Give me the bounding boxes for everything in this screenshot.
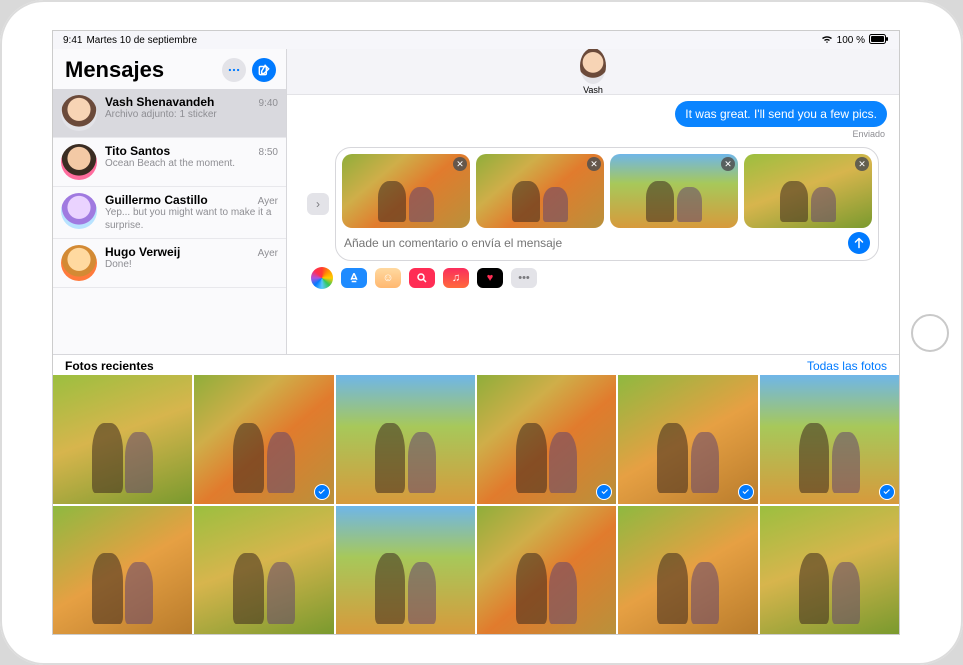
conversation-name: Vash Shenavandeh — [105, 95, 214, 109]
staged-photo[interactable]: ✕ — [610, 154, 738, 228]
photo-thumbnail[interactable] — [477, 506, 616, 635]
photos-drawer: Fotos recientes Todas las fotos — [53, 355, 899, 634]
conversation-preview: Done! — [105, 259, 278, 272]
remove-attachment-icon[interactable]: ✕ — [855, 157, 869, 171]
main-row: Mensajes Vash Shenavandeh 9:40Archivo adj… — [53, 49, 899, 355]
photo-thumbnail[interactable] — [53, 375, 192, 504]
photo-thumbnail[interactable] — [336, 375, 475, 504]
sent-bubble[interactable]: It was great. I'll send you a few pics. — [675, 101, 887, 127]
conversation-body: Hugo Verweij AyerDone! — [105, 245, 278, 281]
status-date: Martes 10 de septiembre — [86, 35, 197, 46]
wifi-icon — [821, 34, 833, 47]
staged-photo[interactable]: ✕ — [342, 154, 470, 228]
contact-avatar[interactable] — [580, 49, 606, 84]
conversation-time: Ayer — [258, 248, 278, 259]
conversation-item[interactable]: Vash Shenavandeh 9:40Archivo adjunto: 1 s… — [53, 89, 286, 138]
status-time: 9:41 — [63, 35, 82, 46]
chat-header[interactable]: Vash — [287, 49, 899, 95]
ipad-frame: 9:41 Martes 10 de septiembre 100 % Mensa… — [0, 0, 963, 665]
conversation-name: Hugo Verweij — [105, 245, 180, 259]
battery-pct: 100 % — [837, 35, 865, 46]
conversation-avatar — [61, 245, 97, 281]
photo-thumbnail[interactable] — [618, 506, 757, 635]
conversation-item[interactable]: Hugo Verweij AyerDone! — [53, 239, 286, 288]
photo-thumbnail[interactable] — [760, 506, 899, 635]
conversation-avatar — [61, 193, 97, 229]
photo-thumbnail[interactable] — [194, 375, 333, 504]
conversation-name: Guillermo Castillo — [105, 193, 208, 207]
sidebar-header: Mensajes — [53, 49, 286, 89]
app-digitaltouch-icon[interactable]: ♥ — [477, 268, 503, 288]
conversation-preview: Ocean Beach at the moment. — [105, 158, 278, 171]
staged-attachments: ✕ ✕ ✕ ✕ — [342, 154, 872, 228]
conversation-item[interactable]: Guillermo Castillo AyerYep... but you mig… — [53, 187, 286, 239]
selected-check-icon — [596, 484, 612, 500]
selected-check-icon — [879, 484, 895, 500]
battery-icon — [869, 34, 889, 47]
app-music-icon[interactable]: ♫ — [443, 268, 469, 288]
conversation-avatar — [61, 95, 97, 131]
all-photos-link[interactable]: Todas las fotos — [807, 359, 887, 373]
conversation-time: 9:40 — [259, 98, 278, 109]
input-row — [342, 232, 872, 254]
conversation-item[interactable]: Tito Santos 8:50Ocean Beach at the moment… — [53, 138, 286, 187]
staged-photo[interactable]: ✕ — [476, 154, 604, 228]
app-store-icon[interactable] — [341, 268, 367, 288]
status-bar: 9:41 Martes 10 de septiembre 100 % — [53, 31, 899, 49]
staged-photo[interactable]: ✕ — [744, 154, 872, 228]
conversation-list[interactable]: Vash Shenavandeh 9:40Archivo adjunto: 1 s… — [53, 89, 286, 354]
app-more-icon[interactable]: ••• — [511, 268, 537, 288]
message-row: It was great. I'll send you a few pics. — [299, 101, 887, 127]
more-button[interactable] — [222, 58, 246, 82]
app-images-icon[interactable] — [409, 268, 435, 288]
drawer-header: Fotos recientes Todas las fotos — [53, 355, 899, 375]
photo-thumbnail[interactable] — [477, 375, 616, 504]
selected-check-icon — [738, 484, 754, 500]
chat-pane: Vash It was great. I'll send you a few p… — [287, 49, 899, 354]
photo-thumbnail[interactable] — [53, 506, 192, 635]
compose-area: › ✕ ✕ ✕ ✕ — [299, 143, 887, 261]
selected-check-icon — [314, 484, 330, 500]
compose-button[interactable] — [252, 58, 276, 82]
conversation-body: Tito Santos 8:50Ocean Beach at the moment… — [105, 144, 278, 180]
remove-attachment-icon[interactable]: ✕ — [721, 157, 735, 171]
app-strip: ☺ ♫ ♥ ••• — [299, 261, 887, 295]
remove-attachment-icon[interactable]: ✕ — [453, 157, 467, 171]
app-memoji-icon[interactable]: ☺ — [375, 268, 401, 288]
message-input[interactable] — [344, 236, 842, 250]
conversation-preview: Yep... but you might want to make it a s… — [105, 207, 278, 232]
expand-apps-button[interactable]: › — [307, 193, 329, 215]
screen: 9:41 Martes 10 de septiembre 100 % Mensa… — [52, 30, 900, 635]
photo-thumbnail[interactable] — [760, 375, 899, 504]
send-button[interactable] — [848, 232, 870, 254]
photo-thumbnail[interactable] — [336, 506, 475, 635]
chat-body: It was great. I'll send you a few pics. … — [287, 95, 899, 354]
conversation-preview: Archivo adjunto: 1 sticker — [105, 109, 278, 122]
drawer-title: Fotos recientes — [65, 359, 154, 373]
delivery-status: Enviado — [299, 129, 885, 139]
contact-name: Vash — [583, 85, 603, 95]
conversation-time: Ayer — [258, 196, 278, 207]
remove-attachment-icon[interactable]: ✕ — [587, 157, 601, 171]
conversation-time: 8:50 — [259, 147, 278, 158]
conversation-body: Vash Shenavandeh 9:40Archivo adjunto: 1 s… — [105, 95, 278, 131]
sidebar-title: Mensajes — [65, 57, 216, 83]
photo-thumbnail[interactable] — [618, 375, 757, 504]
message-input-container: ✕ ✕ ✕ ✕ — [335, 147, 879, 261]
photo-thumbnail[interactable] — [194, 506, 333, 635]
home-button[interactable] — [911, 314, 949, 352]
sidebar: Mensajes Vash Shenavandeh 9:40Archivo adj… — [53, 49, 287, 354]
app-photos-icon[interactable] — [311, 267, 333, 289]
photo-grid — [53, 375, 899, 634]
conversation-body: Guillermo Castillo AyerYep... but you mig… — [105, 193, 278, 232]
conversation-avatar — [61, 144, 97, 180]
conversation-name: Tito Santos — [105, 144, 170, 158]
